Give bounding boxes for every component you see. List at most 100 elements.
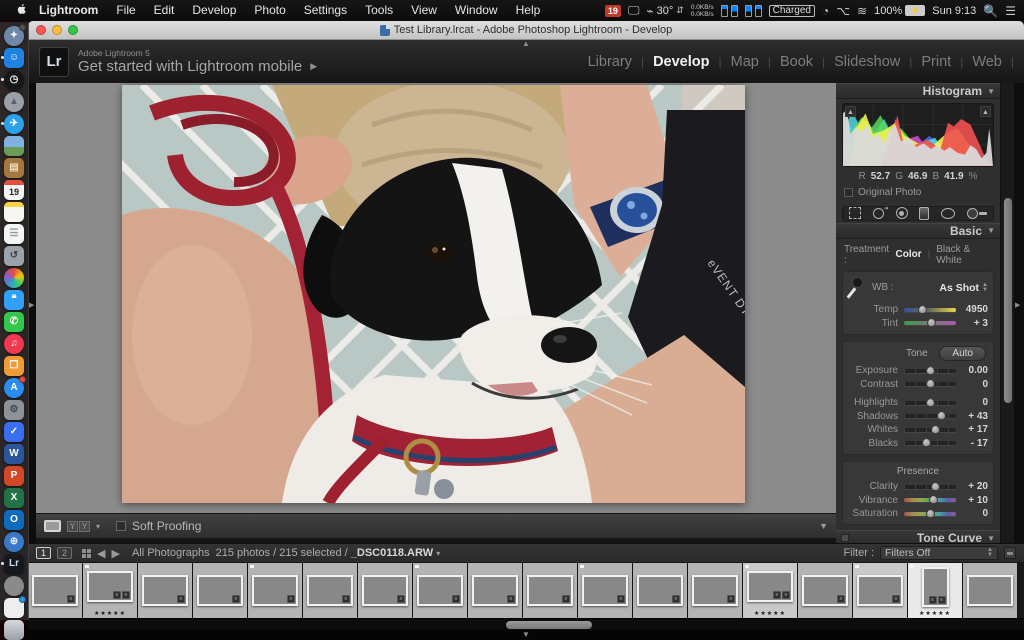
- slider-track[interactable]: [904, 428, 956, 432]
- word-icon[interactable]: W: [4, 443, 25, 464]
- reminders-icon[interactable]: ☰: [4, 223, 25, 244]
- clock-app-icon[interactable]: ◷: [4, 69, 25, 90]
- memory-gauge-icon[interactable]: [721, 5, 738, 17]
- collapse-right-panel-arrow[interactable]: ▶: [1015, 301, 1020, 309]
- red-eye-tool-icon[interactable]: [896, 207, 908, 219]
- graduated-filter-tool-icon[interactable]: [919, 207, 929, 220]
- before-after-view-icon[interactable]: YY: [67, 521, 90, 532]
- battery-charged-status[interactable]: Charged: [769, 5, 815, 17]
- menu-item[interactable]: Tools: [356, 0, 402, 21]
- facetime-icon[interactable]: ✆: [4, 311, 25, 332]
- gray-app-icon[interactable]: [4, 575, 25, 596]
- filmstrip-thumbnail[interactable]: ≡≡ ★★★★★: [83, 563, 138, 618]
- panel-switch-icon[interactable]: [841, 534, 849, 542]
- stack-downloads-icon[interactable]: [4, 597, 25, 618]
- filter-dropdown[interactable]: Filters Off▲▼: [880, 546, 998, 560]
- module-tab[interactable]: Slideshow: [825, 54, 909, 70]
- thumbnail-photo[interactable]: ≡: [307, 575, 353, 606]
- filmstrip-thumbnail[interactable]: ≡: [468, 563, 523, 618]
- trash-icon[interactable]: [4, 619, 25, 640]
- menu-item[interactable]: File: [107, 0, 144, 21]
- slider-thumb[interactable]: [931, 425, 940, 434]
- slider-track[interactable]: [904, 498, 956, 502]
- bluetooth-icon[interactable]: ⌥: [836, 4, 850, 18]
- clock-status[interactable]: Sun 9:13: [932, 5, 976, 17]
- menu-item[interactable]: Photo: [245, 0, 294, 21]
- slider-track[interactable]: [904, 308, 956, 312]
- filmstrip-thumbnail[interactable]: ≡: [248, 563, 303, 618]
- launchpad-icon[interactable]: ▲: [4, 91, 25, 112]
- filmstrip-thumbnail[interactable]: ≡: [358, 563, 413, 618]
- module-tab[interactable]: Develop: [644, 54, 718, 70]
- thumbnail-photo[interactable]: ≡≡: [87, 571, 133, 602]
- module-tab[interactable]: Map: [722, 54, 768, 70]
- collapse-filmstrip-arrow[interactable]: ▼: [522, 630, 530, 640]
- shadow-clipping-icon[interactable]: ▲: [845, 106, 856, 117]
- filmstrip-thumbnail[interactable]: [963, 563, 1018, 618]
- right-panel-scrollbar[interactable]: [1000, 83, 1014, 543]
- calendar-status-icon[interactable]: 19: [605, 5, 621, 17]
- notification-center-icon[interactable]: ☰: [1005, 4, 1016, 18]
- slider-thumb[interactable]: [926, 366, 935, 375]
- slider-track[interactable]: [904, 401, 956, 405]
- thumbnail-photo[interactable]: ≡≡: [922, 567, 949, 607]
- selection-status[interactable]: 215 photos / 215 selected / _DSC0118.ARW…: [216, 547, 441, 559]
- filmstrip-thumbnail[interactable]: ≡: [798, 563, 853, 618]
- filmstrip-thumbnail[interactable]: ≡: [633, 563, 688, 618]
- slider-thumb[interactable]: [926, 398, 935, 407]
- thumbnail-photo[interactable]: ≡: [472, 575, 518, 606]
- display-mirroring-icon[interactable]: 🖵: [628, 3, 640, 18]
- expand-left-panel-arrow[interactable]: ▶: [29, 301, 34, 309]
- lightroom-mobile-promo[interactable]: Get started with Lightroom mobile: [78, 58, 302, 75]
- spot-removal-tool-icon[interactable]: [873, 208, 884, 219]
- window-title-bar[interactable]: Test Library.lrcat - Adobe Photoshop Lig…: [28, 21, 1024, 40]
- filmstrip-scrollbar[interactable]: [28, 618, 1024, 630]
- thumbnail-photo[interactable]: ≡: [692, 575, 738, 606]
- filmstrip-thumbnail[interactable]: ≡≡ ★★★★★: [743, 563, 798, 618]
- weather-status[interactable]: ⌁30°⇵: [646, 4, 683, 18]
- compass-app-icon[interactable]: ✦: [4, 25, 25, 46]
- scrollbar-thumb[interactable]: [1004, 198, 1012, 403]
- thumbnail-photo[interactable]: ≡: [417, 575, 463, 606]
- globe-app-icon[interactable]: ⊕: [4, 531, 25, 552]
- module-tab[interactable]: Library: [579, 54, 641, 70]
- menu-item[interactable]: Develop: [183, 0, 245, 21]
- photos-icon[interactable]: [4, 267, 25, 288]
- soft-proofing-checkbox[interactable]: [116, 521, 126, 531]
- filmstrip-thumbnail[interactable]: ≡: [138, 563, 193, 618]
- apple-menu-icon[interactable]: [8, 4, 30, 17]
- scrollbar-thumb[interactable]: [506, 621, 592, 629]
- system-preferences-icon[interactable]: ⚙: [4, 399, 25, 420]
- thumbnail-photo[interactable]: ≡: [582, 575, 628, 606]
- slider-thumb[interactable]: [918, 305, 927, 314]
- treatment-bw-option[interactable]: Black & White: [936, 244, 992, 266]
- right-panel-edge[interactable]: ▶: [1014, 83, 1024, 543]
- original-photo-checkbox[interactable]: [844, 188, 853, 197]
- slider-thumb[interactable]: [926, 379, 935, 388]
- toolbar-options-caret-icon[interactable]: ▼: [819, 521, 828, 531]
- menu-item[interactable]: View: [402, 0, 446, 21]
- notes-icon[interactable]: [4, 201, 25, 222]
- primary-monitor-button[interactable]: 1: [36, 547, 51, 559]
- lightroom-icon[interactable]: Lr: [4, 553, 25, 574]
- menu-item[interactable]: Settings: [295, 0, 356, 21]
- crop-tool-icon[interactable]: [849, 207, 861, 219]
- thumbnail-photo[interactable]: ≡: [802, 575, 848, 606]
- histogram-panel-header[interactable]: Histogram▼: [836, 83, 1000, 99]
- menu-item[interactable]: Help: [507, 0, 550, 21]
- grid-view-icon[interactable]: [82, 549, 91, 558]
- excel-icon[interactable]: X: [4, 487, 25, 508]
- filmstrip-thumbnail[interactable]: ≡: [853, 563, 908, 618]
- thumbnail-photo[interactable]: ≡: [197, 575, 243, 606]
- slider-track[interactable]: [904, 485, 956, 489]
- contacts-icon[interactable]: ▤: [4, 157, 25, 178]
- tone-curve-panel-header[interactable]: Tone Curve▼: [836, 530, 1000, 543]
- previous-photo-arrow[interactable]: ◀: [97, 547, 105, 560]
- filmstrip-thumbnail[interactable]: ≡: [413, 563, 468, 618]
- treatment-color-option[interactable]: Color: [896, 249, 922, 260]
- slider-track[interactable]: [904, 382, 956, 386]
- menu-item[interactable]: Window: [446, 0, 507, 21]
- messages-icon[interactable]: ❝: [4, 289, 25, 310]
- battery-percent-status[interactable]: 100%⚡: [874, 5, 925, 17]
- filmstrip-thumbnail[interactable]: ≡≡ ★★★★★: [908, 563, 963, 618]
